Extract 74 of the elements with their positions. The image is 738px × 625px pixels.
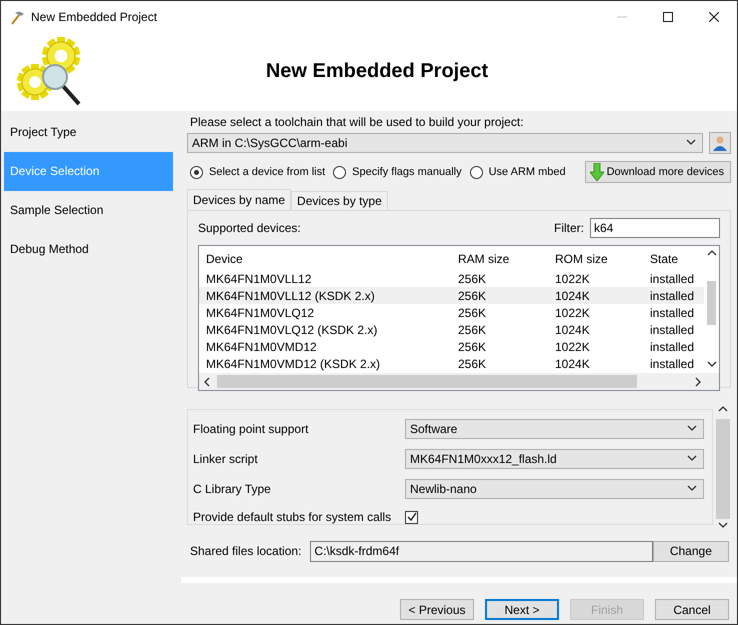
table-cell-text: installed bbox=[649, 306, 694, 320]
table-cell-text: installed bbox=[649, 322, 694, 336]
table-cell-text: 256K bbox=[457, 356, 488, 370]
table-row[interactable]: MK64FN1M0VLQ12 256K 1022K installed bbox=[199, 304, 704, 321]
table-cell-text: MK64FN1M0VLQ12 (KSDK 2.x) bbox=[205, 322, 378, 336]
table-cell-text: 256K bbox=[457, 322, 488, 336]
change-button[interactable]: Change bbox=[652, 540, 729, 562]
table-cell-text: 1024K bbox=[554, 288, 591, 302]
setting-dropdown[interactable]: MK64FN1M0xxx12_flash.ld bbox=[405, 449, 704, 469]
wizard-button[interactable]: Cancel bbox=[655, 599, 729, 620]
table-cell-text: 256K bbox=[457, 272, 488, 286]
download-button[interactable]: Download more devices bbox=[584, 161, 731, 183]
setting-dropdown[interactable]: Newlib-nano bbox=[405, 479, 704, 499]
horizontal-scrollbar[interactable] bbox=[199, 373, 719, 390]
shared-files-field[interactable]: C:\ksdk-frdm64f bbox=[310, 540, 653, 562]
table-cell-text: 1024K bbox=[554, 356, 591, 370]
table-row[interactable]: MK64FN1M0VMD12 (KSDK 2.x) 256K 1024K installed bbox=[199, 355, 704, 372]
table-cell-text: MK64FN1M0VMD12 (KSDK 2.x) bbox=[205, 356, 382, 370]
table-cell-text: 256K bbox=[457, 288, 488, 302]
scrollbar-thumb[interactable] bbox=[217, 375, 637, 388]
setting-label: C Library Type bbox=[193, 482, 272, 496]
table-cell-text: installed bbox=[649, 272, 694, 286]
checkmark-icon bbox=[406, 512, 416, 522]
table-cell-text: installed bbox=[649, 356, 694, 370]
column-header[interactable]: ROM size bbox=[548, 252, 645, 266]
table-row[interactable]: MK64FN1M0VMD12 256K 1022K installed bbox=[199, 338, 704, 355]
sidebar-item[interactable]: Debug Method bbox=[4, 230, 173, 269]
setting-label: Linker script bbox=[193, 452, 259, 466]
table-cell-text: MK64FN1M0VLL12 (KSDK 2.x) bbox=[205, 288, 376, 302]
column-header[interactable]: RAM size bbox=[451, 252, 548, 266]
sidebar-item[interactable]: Sample Selection bbox=[4, 191, 173, 230]
table-cell-text: installed bbox=[649, 288, 694, 302]
setting-dropdown[interactable]: Software bbox=[405, 419, 704, 439]
table-cell-text: MK64FN1M0VMD12 bbox=[205, 340, 318, 354]
toolchain-dropdown[interactable]: ARM in C:\SysGCC\arm-eabi bbox=[187, 133, 703, 153]
table-row[interactable]: MK64FN1M0VLL12 256K 1022K installed bbox=[199, 270, 704, 287]
chevron-right-icon bbox=[693, 376, 703, 386]
down-arrow-icon bbox=[590, 163, 604, 181]
table-row[interactable]: MK64FN1M0VLQ12 (KSDK 2.x) 256K 1024K installed bbox=[199, 321, 704, 338]
radio-option[interactable]: Use ARM mbed bbox=[470, 166, 566, 178]
setting-label: Floating point support bbox=[193, 422, 310, 436]
table-cell-text: 1022K bbox=[554, 306, 591, 320]
column-header[interactable]: Device bbox=[199, 252, 451, 266]
tab[interactable]: Devices by name bbox=[187, 189, 292, 210]
scrollbar-thumb[interactable] bbox=[707, 281, 716, 325]
radio-option[interactable]: Specify flags manually bbox=[333, 166, 462, 178]
window-title: New Embedded Project bbox=[31, 10, 158, 24]
filter-field[interactable]: k64 bbox=[590, 218, 720, 238]
table-cell-text: MK64FN1M0VLL12 bbox=[205, 272, 312, 286]
table-cell-text: installed bbox=[649, 340, 694, 354]
dialog-heading: New Embedded Project bbox=[264, 60, 490, 83]
filter-label: Filter: bbox=[554, 221, 584, 235]
sidebar-item[interactable]: Project Type bbox=[4, 113, 173, 152]
radio-option[interactable]: Select a device from list bbox=[190, 166, 326, 178]
wizard-button[interactable]: < Previous bbox=[400, 599, 474, 620]
scrollbar-thumb[interactable] bbox=[716, 419, 730, 519]
toolchain-label: Please select a toolchain that will be used to build your project: bbox=[189, 115, 525, 129]
checkbox[interactable] bbox=[405, 510, 418, 524]
wizard-button[interactable]: Next > bbox=[485, 599, 559, 620]
hammer-icon bbox=[9, 8, 25, 24]
table-cell-text: 256K bbox=[457, 306, 488, 320]
table-cell-text: 256K bbox=[457, 340, 488, 354]
setting-label: Provide default stubs for system calls bbox=[193, 510, 392, 524]
table-row[interactable]: MK64FN1M0VLL12 (KSDK 2.x) 256K 1024K installed bbox=[199, 287, 704, 304]
column-header[interactable]: State bbox=[645, 252, 678, 266]
person-icon bbox=[712, 135, 728, 151]
table-cell-text: 1022K bbox=[554, 340, 591, 354]
table-cell-text: 1022K bbox=[554, 272, 591, 286]
supported-devices-label: Supported devices: bbox=[198, 221, 301, 235]
shared-files-label: Shared files location: bbox=[190, 544, 302, 558]
user-button[interactable] bbox=[709, 132, 731, 154]
tab[interactable]: Devices by type bbox=[291, 191, 388, 210]
table-cell-text: 1024K bbox=[554, 322, 591, 336]
table-cell-text: MK64FN1M0VLQ12 bbox=[205, 306, 316, 320]
